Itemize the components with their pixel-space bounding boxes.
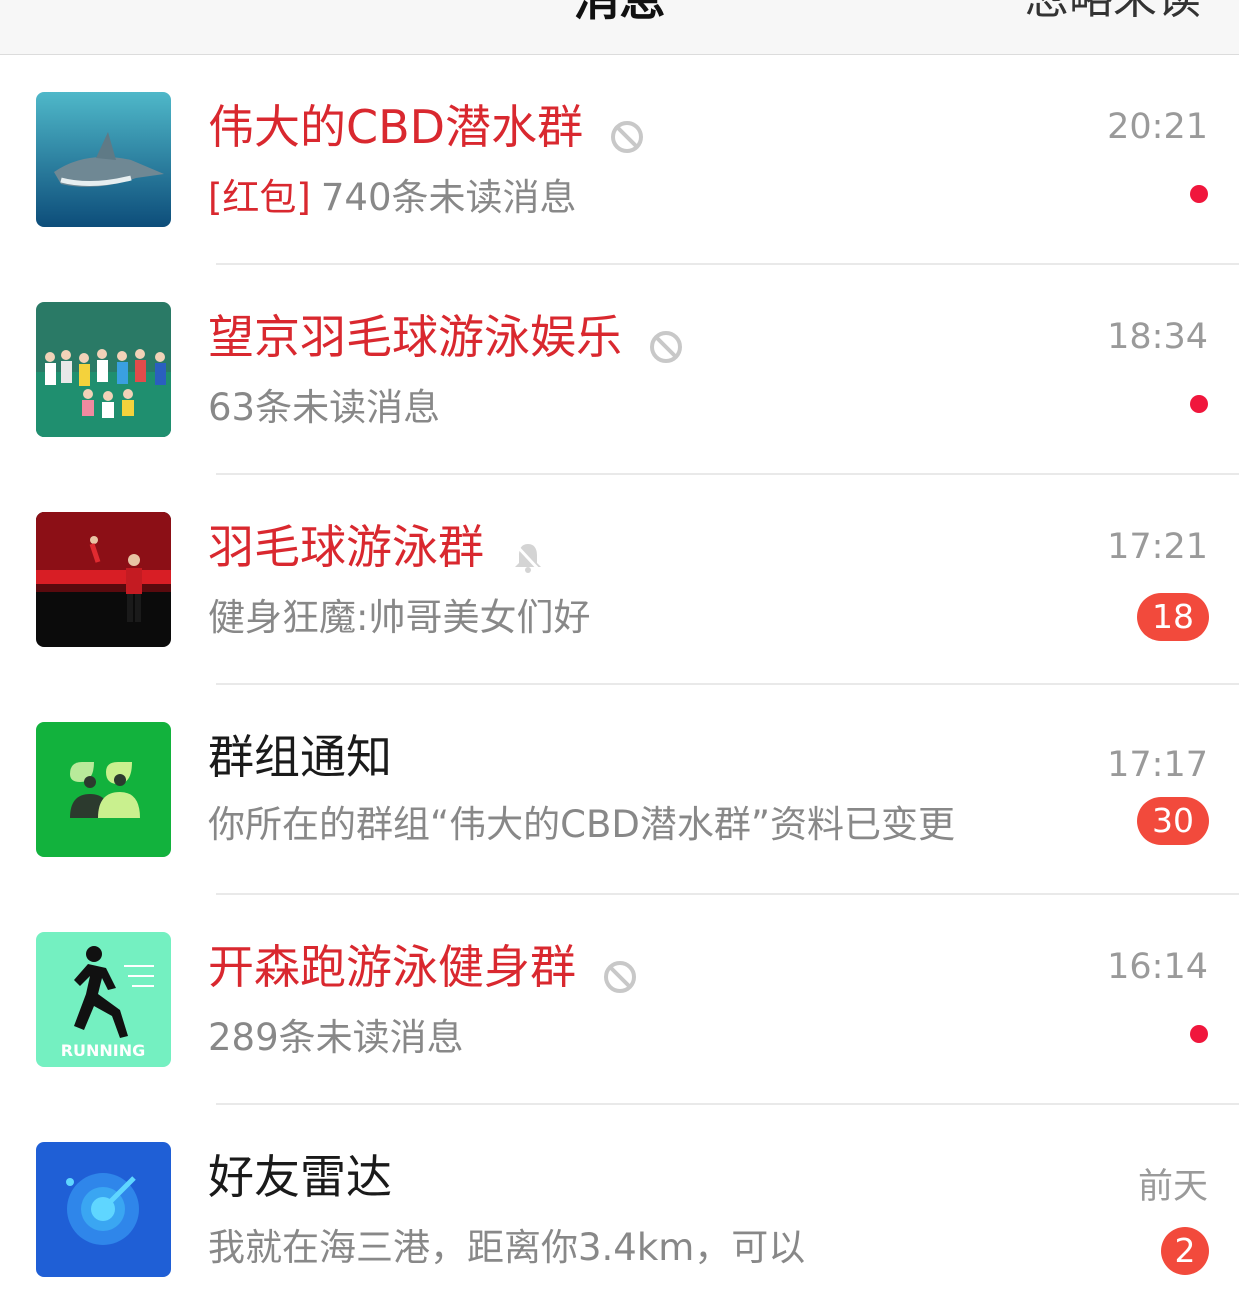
bell-off-icon: [510, 529, 546, 574]
conversation-preview: 289条未读消息: [208, 1013, 464, 1063]
conversation-time: 16:14: [1107, 947, 1208, 987]
conversation-title-text: 开森跑游泳健身群: [208, 940, 576, 994]
block-icon: [648, 319, 684, 363]
conversation-preview: 你所在的群组“伟大的CBD潜水群”资料已变更: [208, 800, 955, 850]
group-notice-avatar: [36, 722, 171, 857]
conversation-item-badminton-swim[interactable]: 羽毛球游泳群 健身狂魔:帅哥美女们好 17:21 18: [0, 475, 1239, 685]
group-avatar-team-photo: [36, 302, 171, 437]
block-icon: [602, 949, 638, 993]
group-avatar-running: RUNNING: [36, 932, 171, 1067]
group-avatar-badminton-poster: [36, 512, 171, 647]
conversation-title-text: 群组通知: [208, 730, 392, 784]
conversation-time: 18:34: [1107, 317, 1208, 357]
conversation-title: 伟大的CBD潜水群: [208, 97, 645, 157]
conversation-time: 17:17: [1107, 745, 1208, 785]
conversation-item-friend-radar[interactable]: 好友雷达 我就在海三港，距离你3.4km，可以 前天 2: [0, 1105, 1239, 1315]
conversation-title-text: 羽毛球游泳群: [208, 520, 484, 574]
preview-text: 健身狂魔:帅哥美女们好: [208, 596, 591, 639]
block-icon: [609, 109, 645, 153]
conversation-item-group-notice[interactable]: 群组通知 你所在的群组“伟大的CBD潜水群”资料已变更 17:17 30: [0, 685, 1239, 895]
conversation-title: 开森跑游泳健身群: [208, 937, 638, 997]
nav-bar: 消息 忽略未读: [0, 0, 1239, 55]
preview-text: 289条未读消息: [208, 1016, 464, 1059]
conversation-time: 17:21: [1107, 527, 1208, 567]
conversation-title-text: 伟大的CBD潜水群: [208, 100, 584, 154]
unread-count-badge: 2: [1161, 1227, 1209, 1275]
conversation-title-text: 望京羽毛球游泳娱乐: [208, 310, 622, 364]
preview-text: 你所在的群组“伟大的CBD潜水群”资料已变更: [208, 803, 956, 846]
friend-radar-avatar: [36, 1142, 171, 1277]
conversation-preview: 我就在海三港，距离你3.4km，可以: [208, 1223, 805, 1273]
unread-dot: [1190, 1025, 1208, 1043]
preview-text: 我就在海三港，距离你3.4km，可以: [208, 1226, 806, 1269]
unread-dot: [1190, 185, 1208, 203]
group-avatar-shark: [36, 92, 171, 227]
conversation-title: 好友雷达: [208, 1147, 392, 1207]
unread-dot: [1190, 395, 1208, 413]
conversation-time: 20:21: [1107, 107, 1208, 147]
conversation-title: 群组通知: [208, 727, 392, 787]
conversation-title: 望京羽毛球游泳娱乐: [208, 307, 684, 367]
conversation-item-cbd-diving[interactable]: 伟大的CBD潜水群 [红包] 740条未读消息 20:21: [0, 55, 1239, 265]
red-packet-tag: [红包]: [208, 176, 311, 219]
conversation-list: 伟大的CBD潜水群 [红包] 740条未读消息 20:21 望京羽毛球游泳娱乐 …: [0, 55, 1239, 1315]
conversation-item-badminton-swim-fun[interactable]: 望京羽毛球游泳娱乐 63条未读消息 18:34: [0, 265, 1239, 475]
unread-count-badge: 18: [1137, 593, 1209, 641]
conversation-title: 羽毛球游泳群: [208, 517, 546, 577]
ignore-unread-button[interactable]: 忽略未读: [1025, 0, 1201, 24]
unread-count-badge: 30: [1137, 797, 1209, 845]
conversation-preview: [红包] 740条未读消息: [208, 173, 577, 223]
conversation-preview: 健身狂魔:帅哥美女们好: [208, 593, 590, 643]
preview-text: 740条未读消息: [320, 176, 577, 219]
running-label: RUNNING: [61, 1041, 146, 1060]
conversation-preview: 63条未读消息: [208, 383, 440, 433]
preview-text: 63条未读消息: [208, 386, 441, 429]
conversation-title-text: 好友雷达: [208, 1150, 392, 1204]
conversation-item-kaisen-running[interactable]: RUNNING 开森跑游泳健身群 289条未读消息 16:14: [0, 895, 1239, 1105]
conversation-time: 前天: [1137, 1167, 1208, 1207]
